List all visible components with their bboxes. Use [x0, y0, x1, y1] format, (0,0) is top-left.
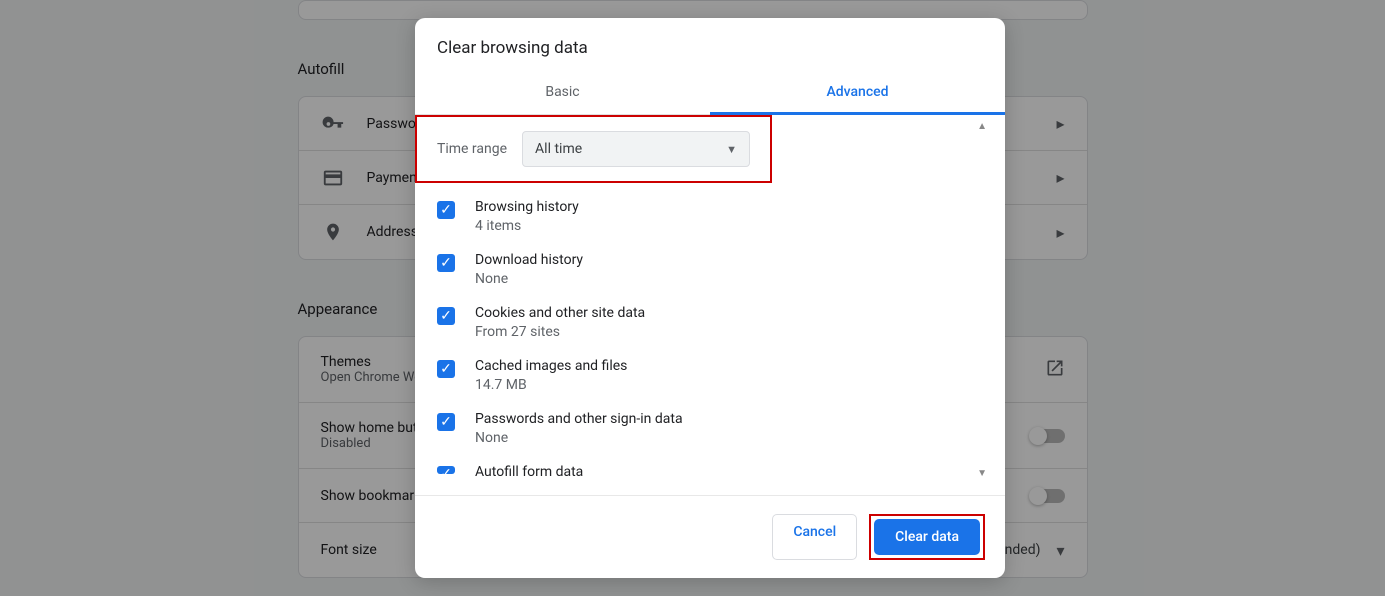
tab-basic[interactable]: Basic [415, 70, 710, 114]
checkbox-checked-icon[interactable]: ✓ [437, 254, 455, 272]
clear-data-highlight: Clear data [869, 514, 985, 560]
item-title: Passwords and other sign-in data [475, 411, 987, 427]
clear-data-button[interactable]: Clear data [874, 519, 980, 555]
checkbox-row-browsing-history[interactable]: ✓ Browsing history 4 items [437, 199, 987, 234]
time-range-select[interactable]: All time ▼ [522, 131, 750, 167]
cancel-button[interactable]: Cancel [772, 514, 857, 560]
checkbox-row-passwords[interactable]: ✓ Passwords and other sign-in data None [437, 411, 987, 446]
item-title: Cookies and other site data [475, 305, 987, 321]
dropdown-arrow-icon: ▼ [726, 143, 737, 156]
checkbox-row-cookies[interactable]: ✓ Cookies and other site data From 27 si… [437, 305, 987, 340]
item-sub: None [475, 271, 987, 287]
item-title: Autofill form data [475, 464, 977, 480]
item-sub: 14.7 MB [475, 377, 987, 393]
item-sub: From 27 sites [475, 324, 987, 340]
scroll-down-icon[interactable]: ▼ [977, 468, 987, 479]
dialog-footer: Cancel Clear data [415, 495, 1005, 578]
checkbox-checked-icon[interactable]: ✓ [437, 466, 455, 474]
dialog-tabs: Basic Advanced [415, 70, 1005, 115]
checkbox-row-cached[interactable]: ✓ Cached images and files 14.7 MB [437, 358, 987, 393]
checkbox-list: ✓ Browsing history 4 items ✓ Download hi… [437, 183, 987, 483]
item-title: Cached images and files [475, 358, 987, 374]
item-title: Browsing history [475, 199, 987, 215]
checkbox-row-download-history[interactable]: ✓ Download history None [437, 252, 987, 287]
tab-advanced[interactable]: Advanced [710, 70, 1005, 114]
item-title: Download history [475, 252, 987, 268]
time-range-row: Time range All time ▼ [415, 115, 772, 183]
clear-browsing-data-dialog: Clear browsing data Basic Advanced Time … [415, 18, 1005, 578]
time-range-value: All time [535, 141, 582, 157]
checkbox-checked-icon[interactable]: ✓ [437, 360, 455, 378]
checkbox-row-autofill[interactable]: ✓ Autofill form data [437, 464, 977, 483]
item-sub: 4 items [475, 218, 987, 234]
checkbox-checked-icon[interactable]: ✓ [437, 201, 455, 219]
item-sub: None [475, 430, 987, 446]
checkbox-checked-icon[interactable]: ✓ [437, 307, 455, 325]
scroll-up-icon[interactable]: ▲ [977, 115, 987, 132]
dialog-title: Clear browsing data [415, 18, 1005, 70]
dialog-body[interactable]: Time range All time ▼ ▲ ✓ Browsing histo… [415, 115, 1005, 495]
time-range-label: Time range [437, 141, 507, 157]
checkbox-checked-icon[interactable]: ✓ [437, 413, 455, 431]
